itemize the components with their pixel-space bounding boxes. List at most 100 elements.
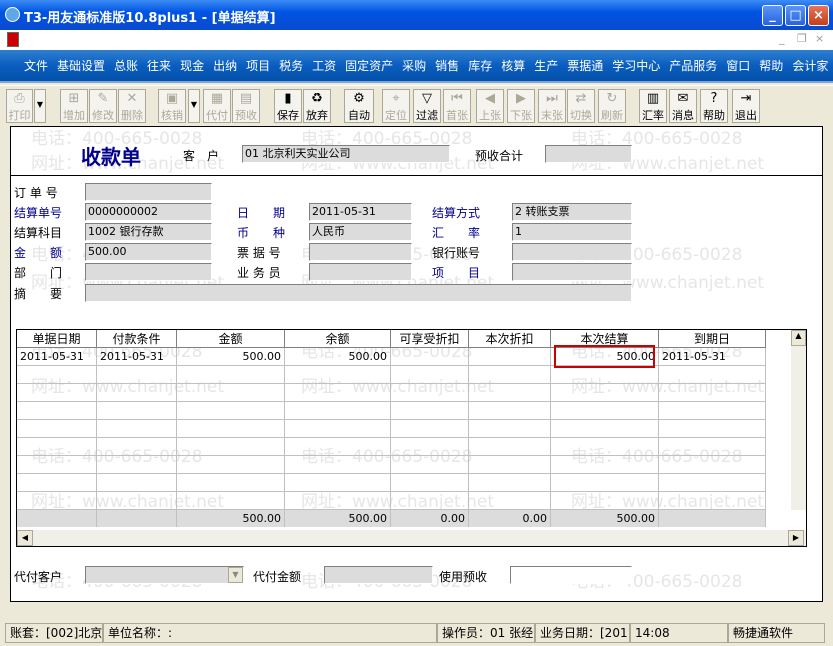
empty-grid-cell[interactable] bbox=[391, 474, 469, 492]
menu-item[interactable]: 基础设置 bbox=[57, 50, 105, 83]
menu-item[interactable]: 生产 bbox=[534, 50, 558, 83]
empty-grid-cell[interactable] bbox=[469, 492, 551, 510]
menu-item[interactable]: 核算 bbox=[501, 50, 525, 83]
grid-cell[interactable]: 500.00 bbox=[285, 348, 391, 366]
empty-grid-cell[interactable] bbox=[659, 438, 766, 456]
bank-account-field[interactable] bbox=[512, 243, 632, 261]
empty-grid-cell[interactable] bbox=[551, 492, 659, 510]
menu-item[interactable]: 总账 bbox=[114, 50, 138, 83]
toolbar-button-locate[interactable]: ⌖ 定位 bbox=[382, 89, 410, 123]
grid-cell[interactable]: 500.00 bbox=[177, 348, 285, 366]
empty-grid-cell[interactable] bbox=[17, 420, 97, 438]
toolbar-button-help[interactable]: ? 帮助 bbox=[700, 89, 728, 123]
menu-item[interactable]: 工资 bbox=[312, 50, 336, 83]
empty-grid-cell[interactable] bbox=[97, 402, 177, 420]
menu-item[interactable]: 销售 bbox=[435, 50, 459, 83]
menu-item[interactable]: 会计家 bbox=[792, 50, 828, 83]
empty-grid-cell[interactable] bbox=[469, 402, 551, 420]
mdi-close-button[interactable]: × bbox=[815, 32, 824, 45]
empty-grid-cell[interactable] bbox=[177, 438, 285, 456]
vertical-scrollbar[interactable]: ▲ bbox=[791, 330, 806, 510]
empty-grid-cell[interactable] bbox=[177, 420, 285, 438]
settle-method-field[interactable]: 2 转账支票 bbox=[512, 203, 632, 221]
menu-item[interactable]: 项目 bbox=[246, 50, 270, 83]
maximize-button[interactable]: □ bbox=[785, 5, 806, 26]
empty-grid-cell[interactable] bbox=[551, 456, 659, 474]
toolbar-button-filter[interactable]: ▽ 过滤 bbox=[413, 89, 441, 123]
dept-field[interactable] bbox=[85, 263, 212, 281]
menu-item[interactable]: 现金 bbox=[180, 50, 204, 83]
toolbar-button-prev[interactable]: ◀ 上张 bbox=[476, 89, 504, 123]
empty-grid-cell[interactable] bbox=[97, 366, 177, 384]
empty-grid-cell[interactable] bbox=[177, 384, 285, 402]
empty-grid-cell[interactable] bbox=[97, 420, 177, 438]
empty-grid-cell[interactable] bbox=[551, 474, 659, 492]
empty-grid-cell[interactable] bbox=[97, 384, 177, 402]
column-header[interactable]: 金额 bbox=[177, 330, 285, 348]
toolbar-button-discard[interactable]: ♻ 放弃 bbox=[303, 89, 331, 123]
empty-grid-cell[interactable] bbox=[551, 366, 659, 384]
empty-grid-cell[interactable] bbox=[285, 366, 391, 384]
empty-grid-cell[interactable] bbox=[391, 492, 469, 510]
toolbar-button-prepay[interactable]: ▤ 预收 bbox=[232, 89, 260, 123]
column-header[interactable]: 到期日 bbox=[659, 330, 766, 348]
toolbar-button-edit[interactable]: ✎ 修改 bbox=[89, 89, 117, 123]
amount-field[interactable]: 500.00 bbox=[85, 243, 212, 261]
toolbar-button-verify[interactable]: ▣ 核销 bbox=[158, 89, 186, 123]
empty-grid-cell[interactable] bbox=[659, 456, 766, 474]
empty-grid-cell[interactable] bbox=[285, 456, 391, 474]
column-header[interactable]: 付款条件 bbox=[97, 330, 177, 348]
scroll-right-button[interactable]: ▶ bbox=[788, 530, 804, 546]
date-field[interactable]: 2011-05-31 bbox=[309, 203, 412, 221]
empty-grid-cell[interactable] bbox=[391, 384, 469, 402]
minimize-button[interactable]: _ bbox=[762, 5, 783, 26]
empty-grid-cell[interactable] bbox=[17, 384, 97, 402]
empty-grid-cell[interactable] bbox=[551, 438, 659, 456]
scroll-left-button[interactable]: ◀ bbox=[17, 530, 33, 546]
toolbar-button-add[interactable]: ⊞ 增加 bbox=[60, 89, 88, 123]
mdi-minimize-button[interactable]: _ bbox=[779, 32, 785, 45]
empty-grid-cell[interactable] bbox=[469, 456, 551, 474]
column-header[interactable]: 余额 bbox=[285, 330, 391, 348]
toolbar-button-rate[interactable]: ▥ 汇率 bbox=[639, 89, 667, 123]
empty-grid-cell[interactable] bbox=[391, 456, 469, 474]
menu-item[interactable]: 固定资产 bbox=[345, 50, 393, 83]
empty-grid-cell[interactable] bbox=[285, 492, 391, 510]
print-dropdown-button[interactable]: ▼ bbox=[34, 89, 46, 123]
currency-field[interactable]: 人民币 bbox=[309, 223, 412, 241]
empty-grid-cell[interactable] bbox=[17, 492, 97, 510]
empty-grid-cell[interactable] bbox=[469, 366, 551, 384]
menu-item[interactable]: 文件 bbox=[24, 50, 48, 83]
customer-field[interactable]: 01 北京利天实业公司 bbox=[242, 145, 450, 163]
empty-grid-cell[interactable] bbox=[391, 402, 469, 420]
mdi-restore-button[interactable]: ❐ bbox=[797, 32, 807, 45]
empty-grid-cell[interactable] bbox=[659, 492, 766, 510]
grid-cell[interactable]: 2011-05-31 bbox=[97, 348, 177, 366]
empty-grid-cell[interactable] bbox=[97, 456, 177, 474]
menu-item[interactable]: 帮助 bbox=[759, 50, 783, 83]
toolbar-button-proxy-pay[interactable]: ▦ 代付 bbox=[203, 89, 231, 123]
scroll-up-button[interactable]: ▲ bbox=[791, 330, 806, 346]
horizontal-scrollbar[interactable]: ◀ ▶ bbox=[17, 530, 806, 546]
empty-grid-cell[interactable] bbox=[177, 492, 285, 510]
empty-grid-cell[interactable] bbox=[17, 438, 97, 456]
empty-grid-cell[interactable] bbox=[97, 438, 177, 456]
chevron-down-icon[interactable]: ▼ bbox=[228, 567, 243, 583]
empty-grid-cell[interactable] bbox=[551, 384, 659, 402]
grid-cell[interactable] bbox=[469, 348, 551, 366]
empty-grid-cell[interactable] bbox=[659, 474, 766, 492]
menu-item[interactable]: 出纳 bbox=[213, 50, 237, 83]
column-header[interactable]: 单据日期 bbox=[17, 330, 97, 348]
empty-grid-cell[interactable] bbox=[177, 402, 285, 420]
empty-grid-cell[interactable] bbox=[391, 420, 469, 438]
empty-grid-cell[interactable] bbox=[469, 438, 551, 456]
empty-grid-cell[interactable] bbox=[659, 366, 766, 384]
empty-grid-cell[interactable] bbox=[97, 492, 177, 510]
toolbar-button-last[interactable]: ⏭ 末张 bbox=[538, 89, 566, 123]
empty-grid-cell[interactable] bbox=[469, 420, 551, 438]
empty-grid-cell[interactable] bbox=[285, 474, 391, 492]
empty-grid-cell[interactable] bbox=[659, 402, 766, 420]
empty-grid-cell[interactable] bbox=[177, 474, 285, 492]
grid-cell[interactable]: 2011-05-31 bbox=[659, 348, 766, 366]
rate-field[interactable]: 1 bbox=[512, 223, 632, 241]
